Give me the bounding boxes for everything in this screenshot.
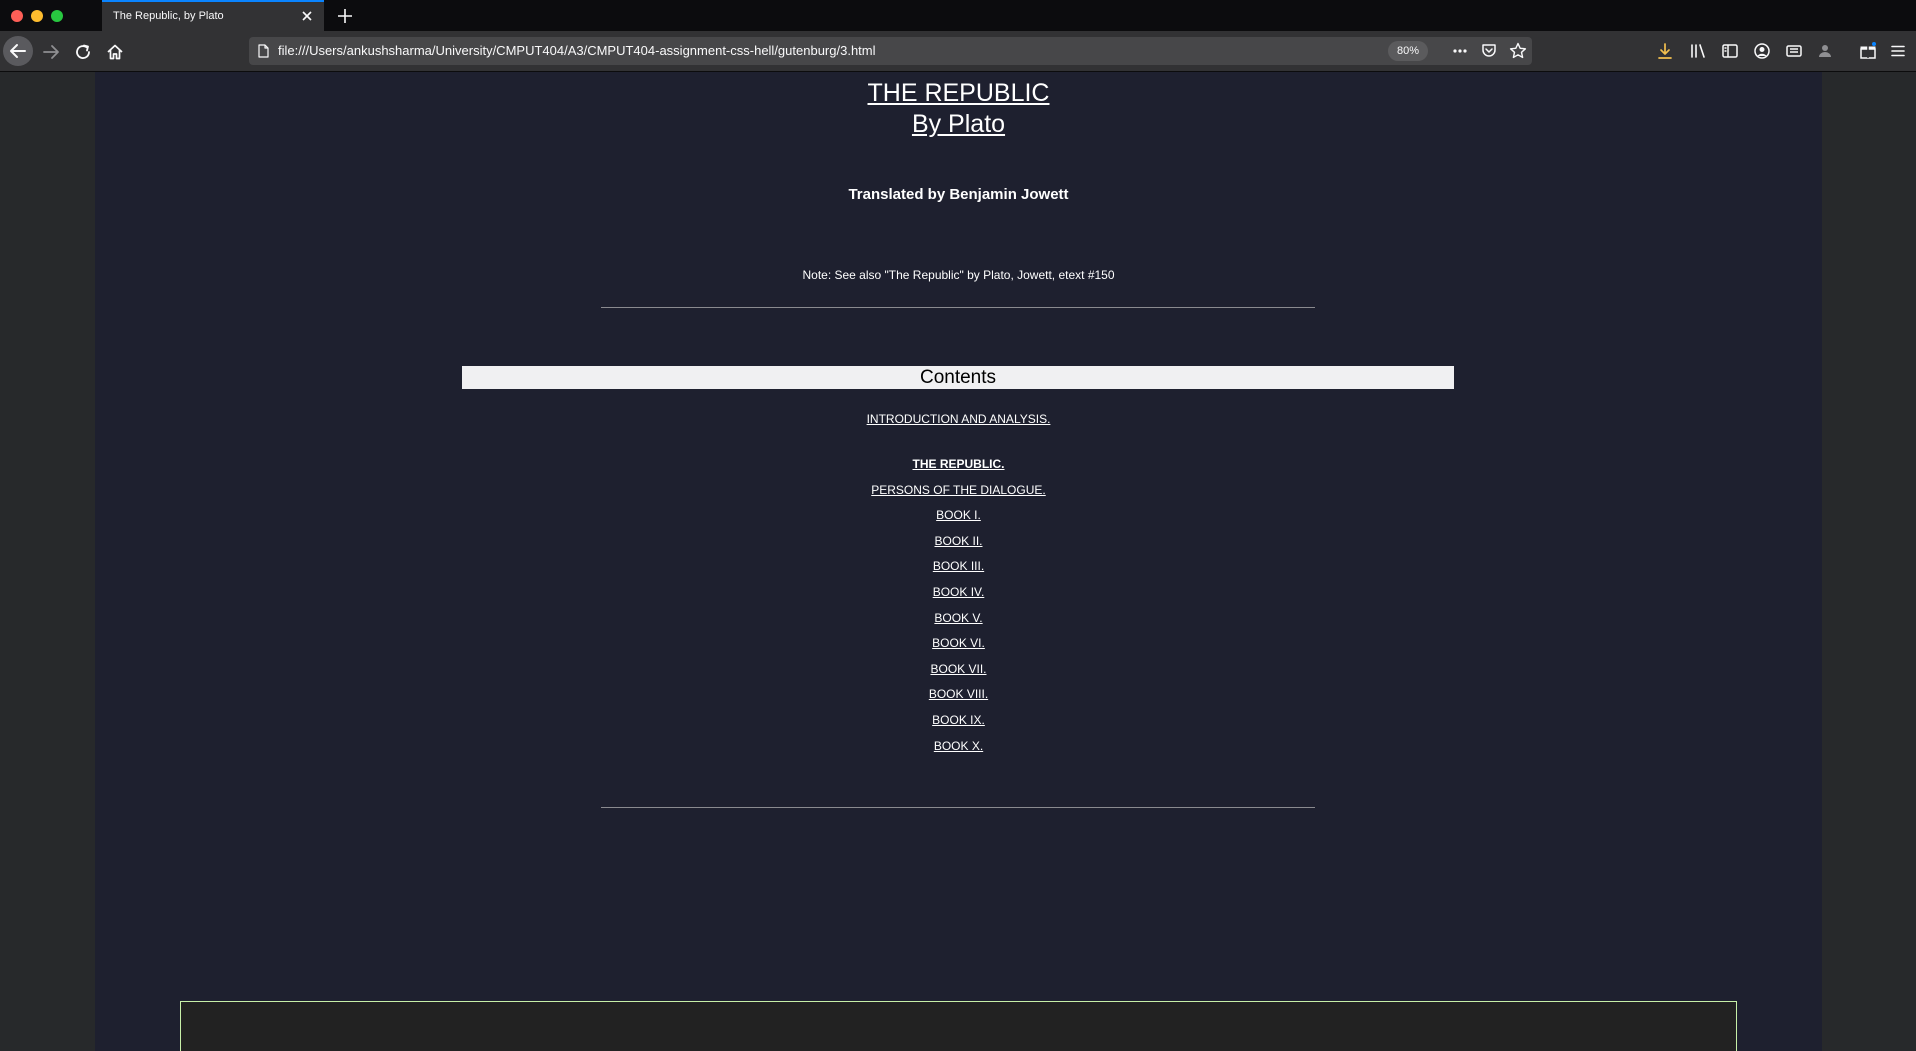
bordered-section bbox=[180, 1001, 1737, 1051]
toc-link-label[interactable]: BOOK IV. bbox=[933, 585, 985, 599]
toc-link-label[interactable]: BOOK VI. bbox=[932, 636, 985, 650]
url-bar[interactable]: file:///Users/ankushsharma/University/CM… bbox=[249, 37, 1532, 65]
toc-link-book-8[interactable]: BOOK VIII. bbox=[95, 687, 1822, 701]
page-title: THE REPUBLIC By Plato bbox=[95, 78, 1822, 140]
toc-link-label[interactable]: BOOK VIII. bbox=[929, 687, 988, 701]
hamburger-menu-icon[interactable] bbox=[1888, 41, 1908, 61]
downloads-icon[interactable] bbox=[1655, 41, 1675, 61]
library-icon[interactable] bbox=[1688, 41, 1708, 61]
toc-link-book-4[interactable]: BOOK IV. bbox=[95, 585, 1822, 599]
toc-link-label[interactable]: BOOK II. bbox=[934, 534, 982, 548]
content-column: THE REPUBLIC By Plato Translated by Benj… bbox=[95, 72, 1822, 1051]
toc-link-label[interactable]: BOOK I. bbox=[936, 508, 981, 522]
toc-link-the-republic[interactable]: THE REPUBLIC. bbox=[95, 457, 1822, 471]
translator-line: Translated by Benjamin Jowett bbox=[848, 186, 1069, 203]
sidebar-icon[interactable] bbox=[1720, 41, 1740, 61]
divider-bottom bbox=[601, 807, 1315, 808]
new-tab-icon[interactable] bbox=[334, 5, 356, 27]
home-icon[interactable] bbox=[102, 39, 128, 65]
minimize-window-button[interactable] bbox=[31, 10, 43, 22]
maximize-window-button[interactable] bbox=[51, 10, 63, 22]
toc-link-label[interactable]: INTRODUCTION AND ANALYSIS. bbox=[867, 412, 1051, 426]
divider-top bbox=[601, 307, 1315, 308]
toc-link-label[interactable]: PERSONS OF THE DIALOGUE. bbox=[871, 483, 1045, 497]
toc-link-introduction[interactable]: INTRODUCTION AND ANALYSIS. bbox=[95, 412, 1822, 426]
extension-icon[interactable] bbox=[1815, 41, 1835, 61]
contents-heading: Contents bbox=[462, 366, 1454, 389]
toc-link-label[interactable]: THE REPUBLIC. bbox=[912, 457, 1004, 471]
toc-link-book-6[interactable]: BOOK VI. bbox=[95, 636, 1822, 650]
toc-link-book-9[interactable]: BOOK IX. bbox=[95, 713, 1822, 727]
title-line-2[interactable]: By Plato bbox=[912, 110, 1005, 138]
url-text[interactable]: file:///Users/ankushsharma/University/CM… bbox=[278, 43, 876, 58]
page-viewport: THE REPUBLIC By Plato Translated by Benj… bbox=[0, 72, 1916, 1051]
toc-link-label[interactable]: BOOK VII. bbox=[930, 662, 986, 676]
toc-link-book-3[interactable]: BOOK III. bbox=[95, 559, 1822, 573]
tab-title: The Republic, by Plato bbox=[113, 10, 224, 22]
forward-arrow-icon[interactable] bbox=[38, 39, 64, 65]
zoom-indicator[interactable]: 80% bbox=[1388, 41, 1429, 61]
title-line-1[interactable]: THE REPUBLIC bbox=[868, 79, 1050, 107]
pocket-icon[interactable] bbox=[1479, 41, 1499, 61]
navigation-toolbar: file:///Users/ankushsharma/University/CM… bbox=[0, 31, 1916, 72]
toc-link-book-7[interactable]: BOOK VII. bbox=[95, 662, 1822, 676]
page-icon bbox=[255, 43, 271, 59]
reload-icon[interactable] bbox=[70, 39, 96, 65]
tab-bar: The Republic, by Plato bbox=[0, 0, 1916, 31]
close-tab-icon[interactable] bbox=[298, 7, 316, 25]
account-icon[interactable] bbox=[1752, 41, 1772, 61]
toc-link-persons[interactable]: PERSONS OF THE DIALOGUE. bbox=[95, 483, 1822, 497]
gift-icon[interactable] bbox=[1858, 41, 1878, 61]
reader-icon[interactable] bbox=[1784, 41, 1804, 61]
toc-link-book-10[interactable]: BOOK X. bbox=[95, 739, 1822, 753]
bookmark-star-icon[interactable] bbox=[1508, 41, 1528, 61]
toc-link-label[interactable]: BOOK III. bbox=[933, 559, 984, 573]
toc-link-label[interactable]: BOOK X. bbox=[934, 739, 983, 753]
toc-link-book-2[interactable]: BOOK II. bbox=[95, 534, 1822, 548]
toc-link-book-5[interactable]: BOOK V. bbox=[95, 611, 1822, 625]
more-icon[interactable] bbox=[1450, 41, 1470, 61]
toc-link-label[interactable]: BOOK V. bbox=[934, 611, 982, 625]
back-arrow-icon[interactable] bbox=[3, 36, 33, 66]
close-window-button[interactable] bbox=[11, 10, 23, 22]
toc-link-book-1[interactable]: BOOK I. bbox=[95, 508, 1822, 522]
tab-active[interactable]: The Republic, by Plato bbox=[102, 0, 324, 31]
note-line: Note: See also "The Republic" by Plato, … bbox=[802, 268, 1115, 282]
toc-link-label[interactable]: BOOK IX. bbox=[932, 713, 985, 727]
